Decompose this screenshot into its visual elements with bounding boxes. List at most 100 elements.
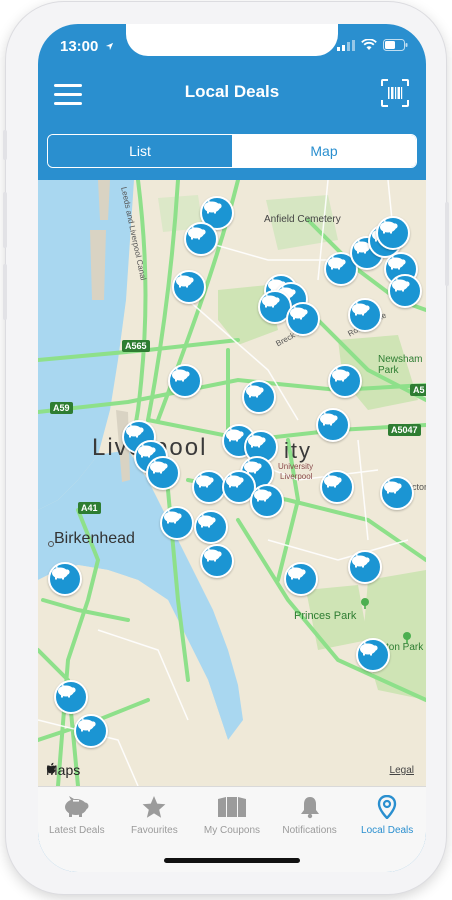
tab-map[interactable]: Map [232,135,416,167]
park-tree-icon [360,598,370,609]
tab-latest-deals-label: Latest Deals [49,825,105,836]
deal-pin[interactable] [200,544,234,578]
piggy-bank-icon [352,553,370,568]
deal-pin[interactable] [380,476,414,510]
deal-pin[interactable] [74,714,108,748]
tab-latest-deals[interactable]: Latest Deals [38,787,116,872]
deal-pin[interactable] [184,222,218,256]
deal-pin[interactable] [286,302,320,336]
deal-pin[interactable] [348,298,382,332]
deal-pin[interactable] [54,680,88,714]
barcode-scan-icon[interactable] [380,78,410,108]
birkenhead-label: Birkenhead [54,530,135,547]
deal-pin[interactable] [48,562,82,596]
piggy-bank-icon [288,565,306,580]
bell-icon [300,797,319,819]
road-label-a41: A41 [78,502,101,514]
piggy-bank-icon [176,273,194,288]
piggy-bank-icon [226,473,244,488]
deal-pin[interactable] [348,550,382,584]
piggy-bank-icon [188,225,206,240]
tab-notifications-label: Notifications [282,825,337,836]
deal-pin[interactable] [284,562,318,596]
map-view[interactable]: A565 A59 A41 A5047 A5 Liverpool ity Birk… [38,180,426,786]
university-label: University [278,462,314,471]
city-label-suffix: ity [284,438,312,463]
deal-pin[interactable] [316,408,350,442]
tab-local-deals-label: Local Deals [361,825,414,836]
piggy-bank-icon [58,683,76,698]
park-tree-icon [402,632,412,643]
status-time: 13:00 [60,38,114,55]
deal-pin[interactable] [250,484,284,518]
piggy-bank-icon [384,479,402,494]
piggy-bank-icon [138,443,156,458]
tab-my-coupons-label: My Coupons [203,825,261,836]
deal-pin[interactable] [328,364,362,398]
notch [126,24,338,56]
deal-pin[interactable] [356,638,390,672]
newsham-park-label: Newsham Park [378,354,423,376]
phone-frame: 13:00 Local Deals List Map A565 A59 A41 … [3,2,449,894]
sefton-park [363,570,426,700]
piggy-bank-icon [78,717,96,732]
piggy-bank-icon [262,293,280,308]
deal-pin[interactable] [242,380,276,414]
star-icon [142,796,166,818]
power-button [445,202,449,286]
deal-pin[interactable] [320,470,354,504]
piggy-bank-icon [332,367,350,382]
piggy-bank-icon [360,641,378,656]
app-header: Local Deals [38,68,426,124]
tab-list[interactable]: List [48,135,232,167]
anfield-label: Anfield Cemetery [264,214,341,225]
screen: 13:00 Local Deals List Map A565 A59 A41 … [38,24,426,872]
tab-local-deals[interactable]: Local Deals [348,787,426,872]
piggy-bank-icon [254,487,272,502]
tab-map-label: Map [310,143,338,159]
piggy-bank-icon [248,433,266,448]
piggy-bank-icon [172,367,190,382]
deal-pin[interactable] [160,506,194,540]
birkenhead-dot [48,541,54,547]
piggy-bank-icon [204,199,222,214]
piggy-bank-icon [198,513,216,528]
deal-pin[interactable] [194,510,228,544]
piggy-bank-icon [392,277,410,292]
university-label-2: Liverpool [280,472,313,481]
deal-pin[interactable] [192,470,226,504]
deal-pin[interactable] [172,270,206,304]
menu-line [54,102,82,105]
battery-icon [383,39,408,51]
apple-logo-icon [46,762,56,774]
deal-pin[interactable] [388,274,422,308]
piggy-bank-icon [204,547,222,562]
piggy-bank-icon [320,411,338,426]
location-pin-icon [377,795,397,819]
piggy-bank-icon [246,383,264,398]
deal-pin[interactable] [168,364,202,398]
coupons-icon [217,797,246,817]
deal-pin[interactable] [146,456,180,490]
piggy-bank-icon [352,301,370,316]
piggy-bank-icon [126,423,144,438]
legal-link[interactable]: Legal [390,765,414,776]
tab-favourites-label: Favourites [131,825,178,836]
signal-icon [337,39,355,51]
tab-list-label: List [129,143,151,159]
road-label-a5047: A5047 [388,424,421,436]
road-label-a565: A565 [122,340,150,352]
piggy-bank-icon [380,219,398,234]
location-arrow-icon [105,42,113,51]
view-toggle: List Map [47,134,417,168]
deal-pin[interactable] [376,216,410,250]
piggy-bank-icon [196,473,214,488]
piggy-bank-icon [64,796,89,817]
wifi-icon [361,39,377,50]
road-label-a59: A59 [50,402,73,414]
piggy-bank-icon [328,255,346,270]
piggy-bank-icon [52,565,70,580]
piggy-bank-icon [388,255,406,270]
princes-park-label: Princes Park [294,610,357,622]
volume-up-button [3,192,7,248]
